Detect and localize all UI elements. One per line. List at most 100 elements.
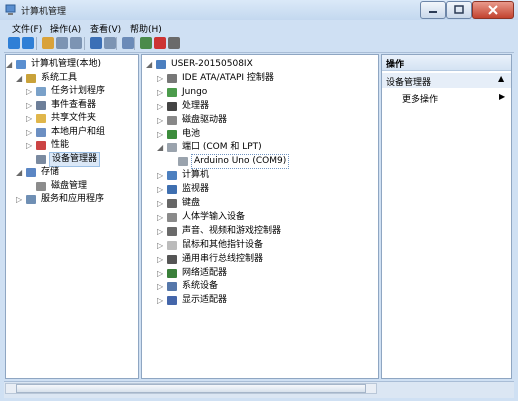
- up-icon[interactable]: [42, 37, 54, 49]
- collapsed-arrow-icon[interactable]: ▷: [157, 267, 165, 280]
- collapsed-arrow-icon[interactable]: ▷: [157, 211, 165, 224]
- device-tree-item-label: 系统设备: [182, 281, 219, 292]
- console-tree-item-row[interactable]: ◢ 存储: [6, 166, 136, 179]
- console-tree-item-row[interactable]: 磁盘管理: [6, 180, 136, 193]
- collapsed-arrow-icon[interactable]: ▷: [157, 225, 165, 238]
- console-tree-item-row[interactable]: ▷ 本地用户和组: [6, 126, 136, 139]
- device-tree-item-row[interactable]: ◢ 端口 (COM 和 LPT): [142, 141, 376, 154]
- menu-view[interactable]: 查看(V): [90, 22, 121, 35]
- collapsed-arrow-icon[interactable]: ▷: [157, 169, 165, 182]
- console-tree-item-label: 存储: [41, 167, 60, 177]
- battery-icon: [167, 129, 177, 139]
- close-button[interactable]: [472, 1, 514, 19]
- device-tree-item-row[interactable]: ▷ IDE ATA/ATAPI 控制器: [142, 72, 376, 85]
- toolbar-separator: [116, 37, 117, 50]
- device-tree-item-row[interactable]: ▷ 键盘: [142, 197, 376, 210]
- scrollbar-thumb[interactable]: [16, 384, 366, 393]
- console-tree-item-row[interactable]: ◢ 系统工具: [6, 72, 136, 85]
- collapsed-arrow-icon[interactable]: ▷: [157, 128, 165, 141]
- console-tree-item-row[interactable]: 设备管理器: [6, 151, 136, 167]
- computer-management-icon: [16, 60, 26, 69]
- collapsed-arrow-icon[interactable]: ▷: [157, 114, 165, 127]
- update-driver-icon[interactable]: [140, 37, 152, 49]
- more-actions-item[interactable]: 更多操作 ▶: [382, 91, 511, 105]
- show-hide-tree-icon[interactable]: [56, 37, 68, 49]
- disable-icon[interactable]: [168, 37, 180, 49]
- collapsed-arrow-icon[interactable]: ▷: [157, 280, 165, 293]
- collapse-up-icon[interactable]: ▲: [498, 74, 504, 83]
- device-tree-item-row[interactable]: ▷ Jungo: [142, 86, 376, 99]
- collapsed-arrow-icon[interactable]: ▷: [157, 239, 165, 252]
- collapsed-arrow-icon[interactable]: ▷: [26, 85, 34, 98]
- device-tree-item-row[interactable]: ▷ 系统设备: [142, 280, 376, 293]
- expanded-arrow-icon[interactable]: ◢: [157, 141, 165, 154]
- console-tree-item-row[interactable]: ▷ 性能: [6, 139, 136, 152]
- tools-icon: [26, 73, 36, 83]
- collapsed-arrow-icon[interactable]: ▷: [157, 72, 165, 85]
- disk-drive-icon: [167, 115, 177, 125]
- actions-section-label: 设备管理器: [386, 78, 432, 88]
- collapsed-arrow-icon[interactable]: ▷: [26, 126, 34, 139]
- device-tree-item-row[interactable]: ▷ 显示适配器: [142, 294, 376, 307]
- menu-action[interactable]: 操作(A): [50, 22, 81, 35]
- console-tree-item-label: 磁盘管理: [51, 180, 88, 191]
- properties-icon[interactable]: [70, 37, 82, 49]
- device-tree-item-row[interactable]: ▷ 声音、视频和游戏控制器: [142, 225, 376, 238]
- details-icon[interactable]: [104, 37, 116, 49]
- console-tree-item-row[interactable]: ▷ 共享文件夹: [6, 112, 136, 125]
- actions-pane: 操作 设备管理器 ▲ 更多操作 ▶: [381, 54, 512, 379]
- device-tree-item-label: 网络适配器: [182, 267, 228, 278]
- collapsed-arrow-icon[interactable]: ▷: [157, 86, 165, 99]
- back-icon[interactable]: [8, 37, 20, 49]
- device-tree-item-row[interactable]: ▷ 监视器: [142, 183, 376, 196]
- performance-icon: [36, 141, 46, 150]
- menu-help[interactable]: 帮助(H): [130, 22, 162, 35]
- device-tree-item-row[interactable]: ▷ 磁盘驱动器: [142, 114, 376, 127]
- horizontal-scrollbar[interactable]: [5, 383, 377, 394]
- minimize-button[interactable]: [420, 1, 446, 19]
- device-tree-item-row[interactable]: ▷ 计算机: [142, 169, 376, 182]
- collapsed-arrow-icon[interactable]: ▷: [26, 112, 34, 125]
- users-icon: [36, 127, 46, 137]
- actions-section[interactable]: 设备管理器 ▲: [382, 73, 511, 88]
- expanded-arrow-icon[interactable]: ◢: [16, 166, 24, 179]
- console-tree-item-row[interactable]: ▷ 服务和应用程序: [6, 193, 136, 206]
- console-tree-item-row[interactable]: ▷ 事件查看器: [6, 99, 136, 112]
- device-tree-item-label: 电池: [182, 128, 201, 139]
- collapsed-arrow-icon[interactable]: ▷: [157, 197, 165, 210]
- device-tree-item-row[interactable]: ▷ 网络适配器: [142, 267, 376, 280]
- collapsed-arrow-icon[interactable]: ▷: [157, 183, 165, 196]
- display-adapter-icon: [167, 296, 177, 306]
- console-tree-item-row[interactable]: ▷ 任务计划程序: [6, 85, 136, 98]
- device-tree-item-row[interactable]: ▷ 通用串行总线控制器: [142, 253, 376, 266]
- menu-file[interactable]: 文件(F): [12, 22, 42, 35]
- device-tree-item-row[interactable]: ◢ USER-20150508IX: [142, 58, 376, 71]
- scan-icon[interactable]: [122, 37, 134, 49]
- collapsed-arrow-icon[interactable]: ▷: [157, 294, 165, 307]
- console-tree-item-row[interactable]: ◢ 计算机管理(本地): [6, 58, 136, 71]
- collapsed-arrow-icon[interactable]: ▷: [16, 193, 24, 206]
- expanded-arrow-icon[interactable]: ◢: [146, 58, 154, 71]
- expanded-arrow-icon[interactable]: ◢: [16, 72, 24, 85]
- forward-icon[interactable]: [22, 37, 34, 49]
- console-tree-pane[interactable]: ◢ 计算机管理(本地) ◢ 系统工具 ▷ 任务计划程序 ▷ 事件查看器 ▷ 共享文件夹 ▷ 本地用户和…: [5, 54, 139, 379]
- device-tree-item-row[interactable]: ▷ 鼠标和其他指针设备: [142, 239, 376, 252]
- device-tree-item-row[interactable]: ▷ 人体学输入设备: [142, 211, 376, 224]
- collapsed-arrow-icon[interactable]: ▷: [157, 100, 165, 113]
- expanded-arrow-icon[interactable]: ◢: [6, 58, 14, 71]
- collapsed-arrow-icon[interactable]: ▷: [26, 99, 34, 112]
- device-tree-pane[interactable]: ◢ USER-20150508IX ▷ IDE ATA/ATAPI 控制器 ▷ Jungo…: [141, 54, 379, 379]
- console-tree-item-label: 服务和应用程序: [41, 194, 105, 204]
- event-viewer-icon: [36, 100, 46, 110]
- help-icon[interactable]: [90, 37, 102, 49]
- device-tree-item-label: 显示适配器: [182, 295, 228, 306]
- device-tree-item-row[interactable]: Arduino Uno (COM9): [142, 154, 376, 170]
- device-tree-item-row[interactable]: ▷ 电池: [142, 128, 376, 141]
- device-tree-item-row[interactable]: ▷ 处理器: [142, 100, 376, 113]
- uninstall-icon[interactable]: [154, 37, 166, 49]
- collapsed-arrow-icon[interactable]: ▷: [26, 139, 34, 152]
- collapsed-arrow-icon[interactable]: ▷: [157, 253, 165, 266]
- submenu-arrow-icon: ▶: [499, 92, 506, 101]
- maximize-button[interactable]: [446, 1, 472, 19]
- console-tree-item-label: 事件查看器: [51, 99, 97, 110]
